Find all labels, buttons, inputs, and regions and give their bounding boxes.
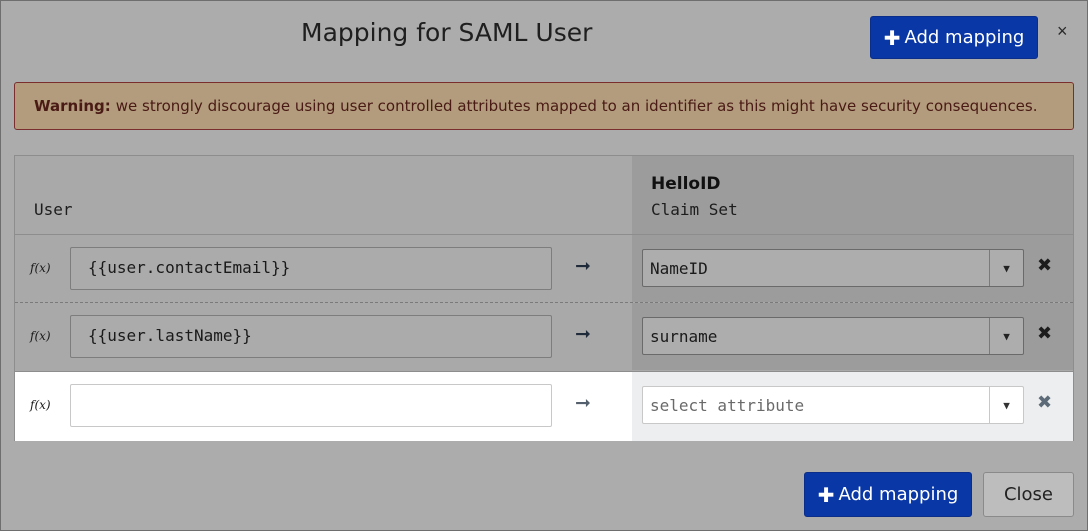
- expression-input[interactable]: {{user.contactEmail}}: [70, 247, 552, 290]
- attribute-select-placeholder: select attribute: [650, 396, 805, 415]
- close-icon[interactable]: ×: [1057, 21, 1068, 42]
- warning-alert: Warning: we strongly discourage using us…: [14, 82, 1074, 130]
- chevron-down-icon[interactable]: ▼: [989, 318, 1023, 354]
- arrow-right-icon: ➞: [575, 393, 591, 414]
- mapping-table: User HelloID Claim Set f(x) {{user.conta…: [14, 155, 1074, 441]
- delete-row-icon[interactable]: ✖: [1037, 255, 1052, 276]
- add-mapping-label: Add mapping: [904, 27, 1025, 48]
- expression-input[interactable]: {{user.lastName}}: [70, 315, 552, 358]
- arrow-right-icon: ➞: [575, 324, 591, 345]
- attribute-select-value: surname: [650, 327, 718, 346]
- attribute-select[interactable]: surname ▼: [642, 317, 1024, 355]
- arrow-right-icon: ➞: [575, 256, 591, 277]
- helloid-header-title: HelloID: [651, 174, 721, 194]
- user-header-label: User: [34, 200, 73, 219]
- mapping-dialog: Mapping for SAML User ✚ Add mapping × Wa…: [0, 0, 1088, 531]
- claim-column-header: HelloID Claim Set: [632, 156, 1073, 234]
- delete-row-icon[interactable]: ✖: [1037, 392, 1052, 413]
- add-mapping-button-top[interactable]: ✚ Add mapping: [870, 16, 1038, 59]
- claim-set-header-label: Claim Set: [651, 200, 738, 219]
- chevron-down-icon[interactable]: ▼: [989, 387, 1023, 423]
- attribute-select-value: NameID: [650, 259, 708, 278]
- plus-icon: ✚: [883, 25, 901, 50]
- chevron-down-icon[interactable]: ▼: [989, 250, 1023, 286]
- attribute-select[interactable]: select attribute ▼: [642, 386, 1024, 424]
- mapping-row: f(x) {{user.contactEmail}} ➞ NameID ▼ ✖: [15, 234, 1073, 302]
- mapping-row-new: f(x) ➞ select attribute ▼ ✖: [15, 371, 1073, 441]
- user-column-header: User: [15, 156, 632, 234]
- add-mapping-label: Add mapping: [838, 484, 959, 505]
- delete-row-icon[interactable]: ✖: [1037, 323, 1052, 344]
- warning-label: Warning:: [34, 97, 111, 115]
- mapping-row: f(x) {{user.lastName}} ➞ surname ▼ ✖: [15, 302, 1073, 370]
- function-icon[interactable]: f(x): [30, 261, 51, 275]
- add-mapping-button-bottom[interactable]: ✚ Add mapping: [804, 472, 972, 517]
- warning-text: we strongly discourage using user contro…: [115, 97, 1038, 115]
- dialog-title: Mapping for SAML User: [301, 18, 593, 47]
- function-icon[interactable]: f(x): [30, 329, 51, 343]
- close-button[interactable]: Close: [983, 472, 1074, 517]
- function-icon[interactable]: f(x): [30, 398, 51, 412]
- attribute-select[interactable]: NameID ▼: [642, 249, 1024, 287]
- expression-input[interactable]: [70, 384, 552, 427]
- plus-icon: ✚: [817, 482, 835, 507]
